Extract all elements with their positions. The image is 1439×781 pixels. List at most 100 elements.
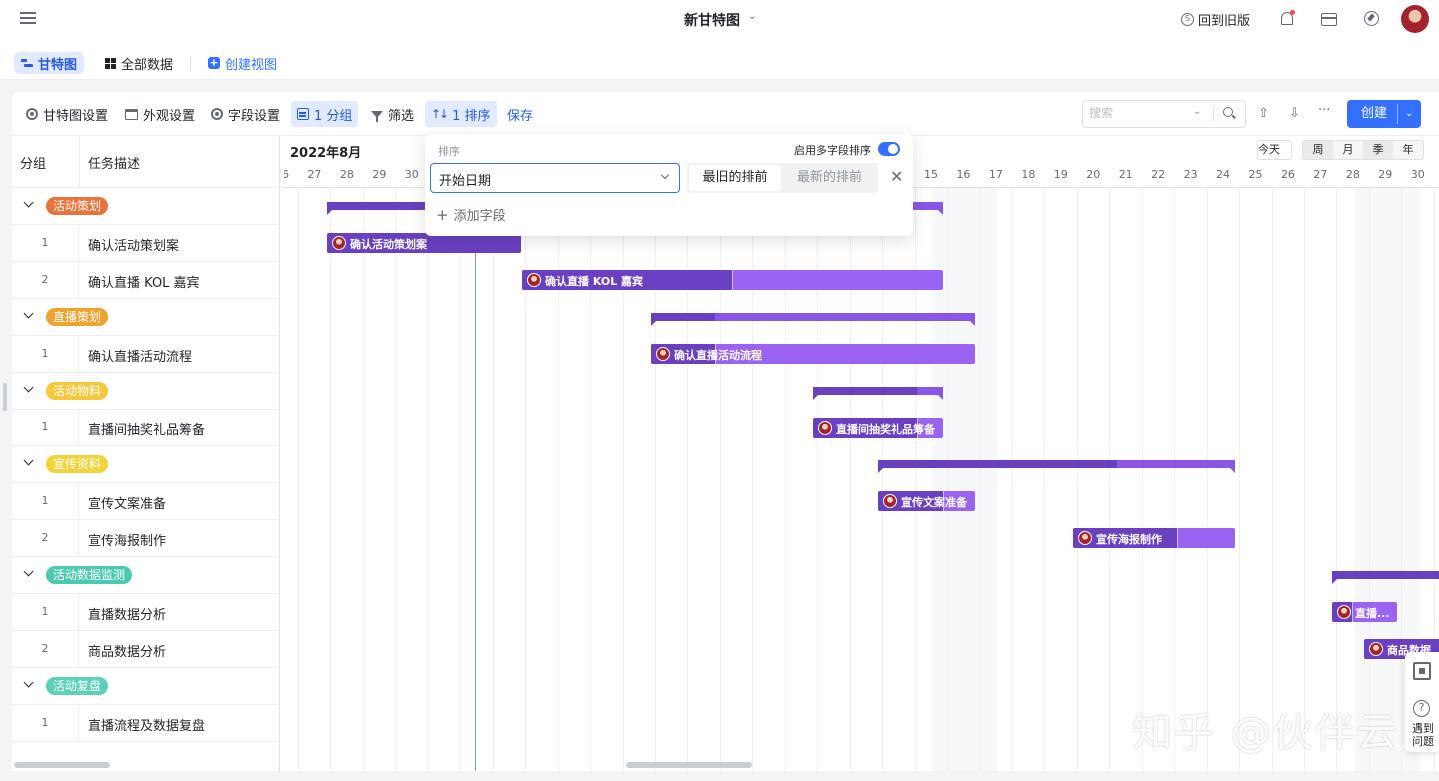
- search-icon[interactable]: [1223, 107, 1233, 117]
- sort-field-select[interactable]: 开始日期: [430, 163, 680, 193]
- chevron-down-icon[interactable]: [23, 455, 34, 466]
- multi-sort-toggle[interactable]: [878, 142, 900, 156]
- chevron-down-icon[interactable]: [23, 382, 34, 393]
- table-row[interactable]: 1 宣传文案准备: [12, 483, 278, 520]
- row-number: 1: [12, 225, 79, 261]
- group-summary-bar[interactable]: [1332, 571, 1439, 584]
- create-view-button[interactable]: + 创建视图: [201, 52, 284, 74]
- task-bar[interactable]: 宣传海报制作: [1073, 528, 1235, 548]
- task-name[interactable]: 确认直播 KOL 嘉宾: [88, 272, 200, 291]
- scale-month[interactable]: 月: [1333, 141, 1363, 159]
- grid-line: [1336, 188, 1337, 771]
- avatar: [527, 273, 541, 287]
- table-row[interactable]: 2 宣传海报制作: [12, 520, 278, 557]
- group-row[interactable]: 活动策划: [12, 188, 278, 225]
- task-name[interactable]: 直播间抽奖礼品筹备: [88, 419, 205, 438]
- grid-line: [1272, 188, 1273, 771]
- task-name[interactable]: 直播流程及数据复盘: [88, 715, 205, 734]
- avatar: [332, 236, 346, 250]
- chevron-down-icon[interactable]: [23, 197, 34, 208]
- search-box[interactable]: ⌄: [1082, 100, 1246, 128]
- group-row[interactable]: 宣传资料: [12, 446, 278, 483]
- table-row[interactable]: 2 确认直播 KOL 嘉宾: [12, 262, 278, 299]
- task-bar[interactable]: 宣传文案准备: [878, 491, 975, 511]
- chevron-down-icon[interactable]: [23, 566, 34, 577]
- group-summary-bar[interactable]: [878, 460, 1235, 473]
- compass-icon[interactable]: [1363, 10, 1381, 28]
- create-button[interactable]: 创建 ⌄: [1347, 100, 1421, 128]
- task-bar[interactable]: 确认直播 KOL 嘉宾: [522, 270, 943, 290]
- sort-asc-option[interactable]: 最旧的排前: [689, 165, 781, 191]
- table-row[interactable]: 2 商品数据分析: [12, 631, 278, 668]
- scale-week[interactable]: 周: [1303, 141, 1333, 159]
- tab-all-data[interactable]: 全部数据: [98, 52, 180, 74]
- chevron-down-icon[interactable]: [23, 677, 34, 688]
- group-tag: 活动数据监测: [46, 566, 133, 584]
- group-row[interactable]: 活动数据监测: [12, 557, 278, 594]
- filter-button[interactable]: 筛选: [365, 101, 420, 127]
- field-settings-button[interactable]: 字段设置: [205, 101, 286, 127]
- divider: [190, 56, 191, 70]
- add-field-label: 添加字段: [453, 209, 506, 224]
- task-bar[interactable]: 直播...: [1332, 602, 1397, 622]
- table-row[interactable]: 1 直播间抽奖礼品筹备: [12, 409, 278, 446]
- group-summary-bar[interactable]: [813, 387, 943, 400]
- group-row[interactable]: 直播策划: [12, 299, 278, 336]
- task-name[interactable]: 确认活动策划案: [88, 235, 179, 254]
- sort-popover: 排序 启用多字段排序 开始日期 最旧的排前 最新的排前 ✕ + 添加字段: [425, 134, 913, 236]
- group-button[interactable]: 1 分组: [291, 101, 359, 127]
- download-icon[interactable]: ⇩: [1289, 106, 1300, 121]
- gantt-scrollbar[interactable]: [626, 762, 752, 768]
- chevron-down-icon[interactable]: ⌄: [1405, 100, 1413, 128]
- sort-button[interactable]: ↑↓ 1 排序: [425, 101, 497, 127]
- group-row[interactable]: 活动复盘: [12, 668, 278, 705]
- tab-all-data-label: 全部数据: [121, 57, 174, 73]
- scale-quarter[interactable]: 季: [1363, 141, 1393, 159]
- task-name[interactable]: 确认直播活动流程: [88, 346, 192, 365]
- create-label: 创建: [1361, 106, 1388, 121]
- filter-icon: [371, 110, 383, 122]
- table-row[interactable]: 1 直播数据分析: [12, 594, 278, 631]
- menu-icon[interactable]: [20, 12, 36, 24]
- table-row[interactable]: 1 确认直播活动流程: [12, 336, 278, 373]
- tab-gantt[interactable]: 甘特图: [14, 52, 85, 74]
- table-row[interactable]: 1 直播流程及数据复盘: [12, 705, 278, 742]
- qrcode-icon[interactable]: [1413, 662, 1431, 680]
- task-bar[interactable]: 直播间抽奖礼品筹备: [813, 418, 943, 438]
- chevron-down-icon[interactable]: ⌄: [1193, 106, 1201, 117]
- add-field-button[interactable]: + 添加字段: [436, 205, 506, 225]
- group-row[interactable]: 活动物料: [12, 373, 278, 410]
- back-to-old-button[interactable]: S 回到旧版: [1181, 10, 1250, 29]
- task-name[interactable]: 直播数据分析: [88, 604, 166, 623]
- task-name[interactable]: 宣传文案准备: [88, 493, 166, 512]
- task-bar[interactable]: 确认直播活动流程: [651, 344, 975, 364]
- bell-icon[interactable]: [1278, 10, 1296, 28]
- today-button[interactable]: 今天: [1257, 140, 1292, 160]
- table-scrollbar[interactable]: [14, 762, 110, 768]
- task-name[interactable]: 商品数据分析: [88, 641, 166, 660]
- avatar[interactable]: [1401, 5, 1429, 33]
- help-icon[interactable]: ?: [1413, 700, 1430, 717]
- task-name[interactable]: 宣传海报制作: [88, 530, 166, 549]
- task-bar[interactable]: 确认活动策划案: [327, 233, 521, 253]
- sort-desc-option[interactable]: 最新的排前: [783, 165, 876, 191]
- save-button[interactable]: 保存: [501, 101, 539, 127]
- scale-year[interactable]: 年: [1393, 141, 1423, 159]
- more-icon[interactable]: ···: [1318, 103, 1330, 118]
- gantt-settings-button[interactable]: 甘特图设置: [20, 101, 114, 127]
- chevron-down-icon[interactable]: [23, 308, 34, 319]
- table-row[interactable]: 1 确认活动策划案: [12, 225, 278, 262]
- search-input[interactable]: [1089, 106, 1189, 120]
- upload-icon[interactable]: ⇧: [1258, 106, 1269, 121]
- appearance-button[interactable]: 外观设置: [119, 101, 201, 127]
- close-icon[interactable]: ✕: [890, 167, 903, 186]
- column-header-group[interactable]: 分组: [20, 153, 46, 172]
- column-header-task[interactable]: 任务描述: [88, 153, 140, 172]
- grid-line: [298, 188, 299, 771]
- chevron-down-icon[interactable]: ⌄: [748, 11, 756, 22]
- inbox-icon[interactable]: [1320, 10, 1338, 28]
- help-label[interactable]: 遇到问题: [1409, 722, 1437, 748]
- group-summary-bar[interactable]: [651, 313, 975, 326]
- resize-handle[interactable]: [3, 383, 7, 411]
- app-title[interactable]: 新甘特图: [684, 10, 740, 30]
